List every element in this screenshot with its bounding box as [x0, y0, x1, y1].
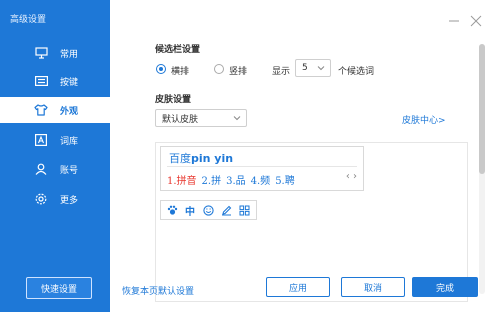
- candidate-item: 1.拼音: [167, 176, 197, 187]
- pen-icon: [219, 203, 233, 217]
- sidebar-item-label: 外观: [60, 106, 79, 117]
- composition-text: 百度pin yin: [169, 152, 234, 165]
- vertical-radio[interactable]: [214, 64, 224, 74]
- sidebar-item-label: 账号: [60, 165, 79, 176]
- minimize-icon[interactable]: [446, 14, 462, 28]
- sidebar: 高级设置 常用 按键 外观 词库 账号 更多 快速设置: [0, 0, 110, 312]
- skin-center-link[interactable]: 皮肤中心>: [402, 113, 446, 126]
- candidate-count-select[interactable]: 5: [295, 59, 331, 77]
- candidate-list: 1.拼音 2.拼 3.品 4.频 5.聘: [167, 172, 295, 187]
- restore-defaults-link[interactable]: 恢复本页默认设置: [122, 284, 194, 297]
- candidate-item: 3.品: [226, 176, 246, 187]
- skin-select-value: 默认皮肤: [162, 114, 199, 125]
- candidate-item: 2.拼: [201, 176, 222, 187]
- monitor-icon: [34, 46, 48, 60]
- user-icon: [34, 162, 48, 176]
- paw-icon: [165, 203, 179, 217]
- horizontal-label: 横排: [171, 67, 190, 77]
- vertical-label: 竖排: [229, 67, 248, 77]
- sidebar-item-label: 常用: [60, 49, 79, 60]
- sidebar-item-more[interactable]: 更多: [0, 186, 110, 212]
- sidebar-title: 高级设置: [10, 15, 47, 25]
- skin-select[interactable]: 默认皮肤: [155, 109, 247, 127]
- candidate-count-value: 5: [302, 63, 308, 73]
- sidebar-item-label: 按键: [60, 77, 79, 88]
- dictionary-icon: [34, 133, 48, 147]
- chevron-down-icon: [316, 63, 326, 73]
- sidebar-item-account[interactable]: 账号: [0, 156, 110, 182]
- candidate-window-preview: 百度pin yin 1.拼音 2.拼 3.品 4.频 5.聘 ‹ ›: [160, 146, 364, 191]
- done-button[interactable]: 完成: [412, 277, 478, 297]
- sidebar-item-common[interactable]: 常用: [0, 40, 110, 66]
- scrollbar-thumb[interactable]: [479, 44, 485, 174]
- sidebar-item-keys[interactable]: 按键: [0, 68, 110, 94]
- gear-icon: [34, 192, 48, 206]
- status-toolbar-preview: 中: [160, 200, 257, 220]
- divider: [167, 166, 357, 167]
- show-count-label: 显示: [272, 67, 291, 77]
- skin-section-title: 皮肤设置: [155, 95, 192, 105]
- sidebar-item-dictionary[interactable]: 词库: [0, 127, 110, 153]
- candidate-count-suffix: 个候选词: [338, 67, 375, 77]
- candidate-item: 4.频: [250, 176, 271, 187]
- emoji-icon: [201, 203, 215, 217]
- sidebar-item-label: 词库: [60, 136, 79, 147]
- candidate-item: 5.聘: [275, 176, 295, 187]
- shirt-icon: [34, 103, 48, 117]
- close-icon[interactable]: [468, 14, 484, 28]
- apply-button[interactable]: 应用: [266, 277, 330, 297]
- chinese-mode-label: 中: [185, 206, 195, 218]
- cancel-button[interactable]: 取消: [341, 277, 405, 297]
- horizontal-radio[interactable]: [156, 64, 166, 74]
- quick-settings-button[interactable]: 快速设置: [26, 277, 92, 299]
- keyboard-icon: [34, 74, 48, 88]
- chevron-down-icon: [232, 113, 242, 123]
- sidebar-item-appearance[interactable]: 外观: [0, 97, 110, 123]
- page-nav-arrows: ‹ ›: [345, 171, 357, 182]
- grid-icon: [237, 203, 251, 217]
- candidate-bar-section-title: 候选栏设置: [155, 45, 201, 55]
- sidebar-item-label: 更多: [60, 195, 79, 206]
